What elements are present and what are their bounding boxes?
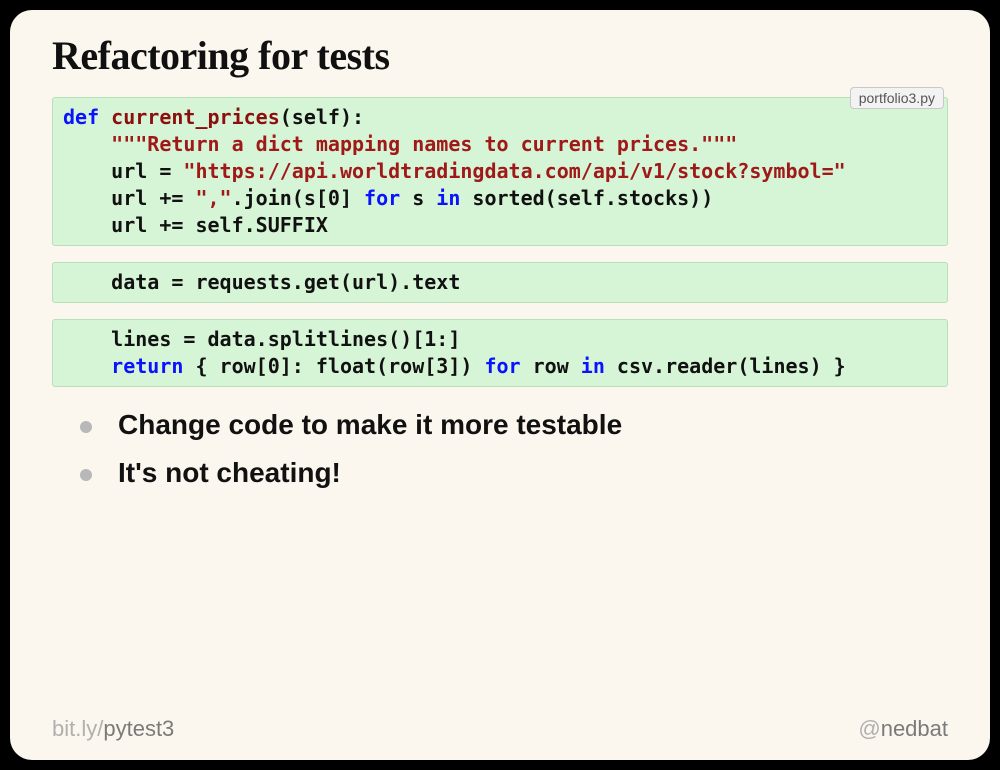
code-block-3: lines = data.splitlines()[1:] return { r… (52, 319, 948, 387)
list-item: It's not cheating! (80, 457, 948, 489)
footer-left: bit.ly/pytest3 (52, 716, 174, 742)
footer: bit.ly/pytest3 @nedbat (52, 716, 948, 742)
list-item: Change code to make it more testable (80, 409, 948, 441)
footer-left-prefix: bit.ly/ (52, 716, 103, 741)
code-block-2: data = requests.get(url).text (52, 262, 948, 303)
bullet-list: Change code to make it more testable It'… (52, 409, 948, 489)
file-badge: portfolio3.py (850, 87, 944, 109)
page-title: Refactoring for tests (52, 32, 948, 79)
slide: Refactoring for tests portfolio3.py def … (10, 10, 990, 760)
code-block-1: def current_prices(self): """Return a di… (52, 97, 948, 246)
footer-right-prefix: @ (858, 716, 880, 741)
footer-right-main: nedbat (881, 716, 948, 741)
code-section: portfolio3.py def current_prices(self): … (52, 97, 948, 387)
footer-right: @nedbat (858, 716, 948, 742)
footer-left-main: pytest3 (103, 716, 174, 741)
